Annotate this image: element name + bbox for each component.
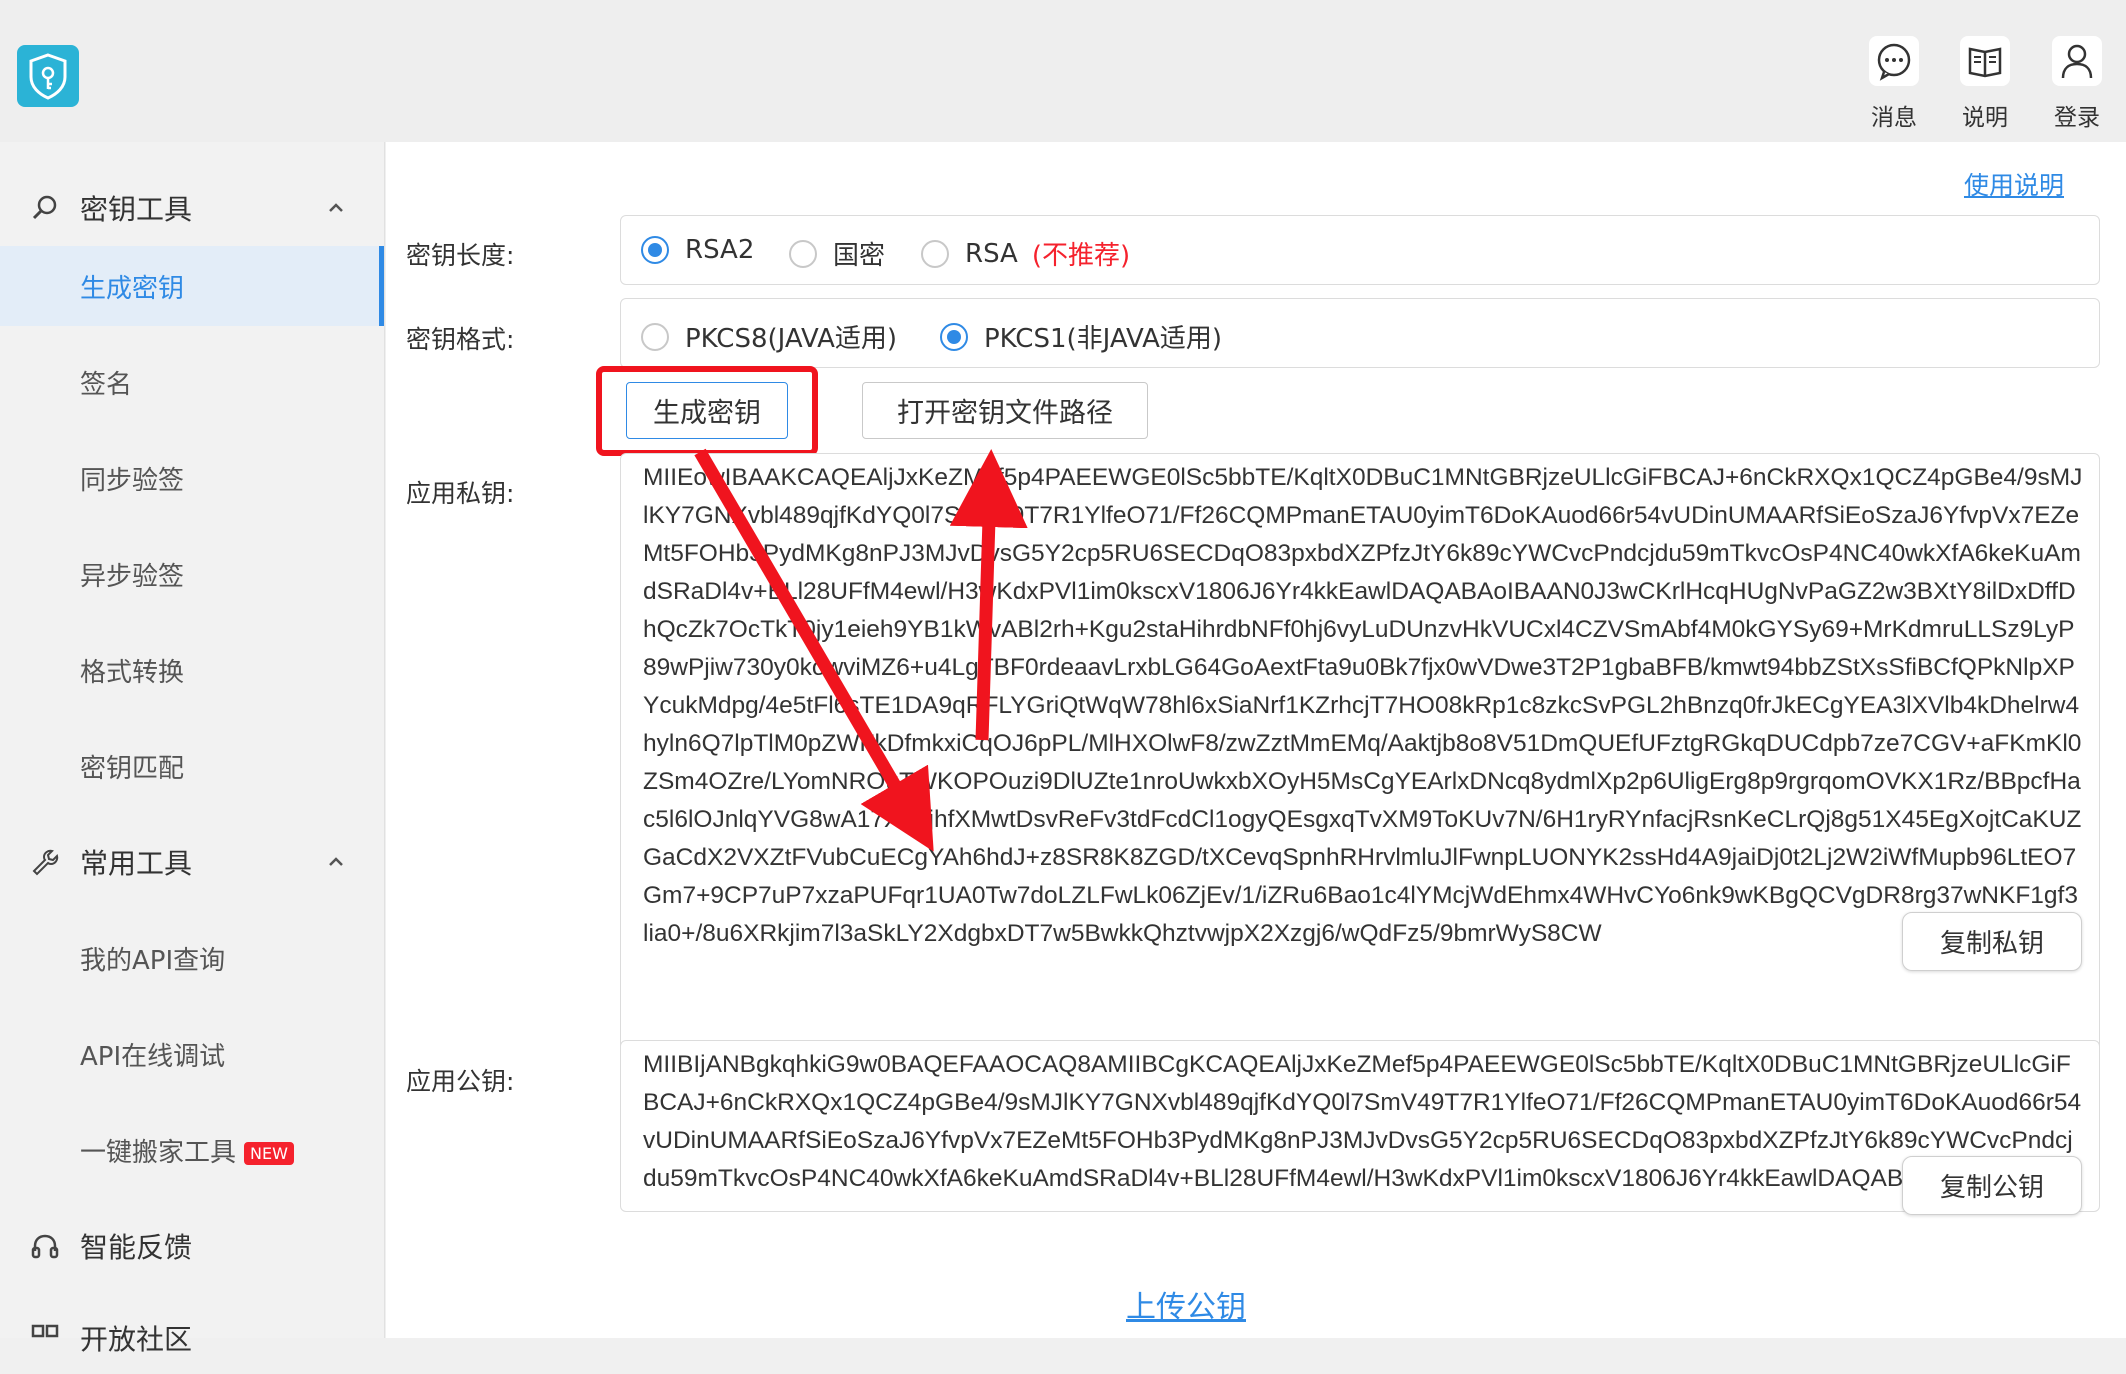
new-badge: NEW	[244, 1141, 294, 1165]
sidebar-item-label: 生成密钥	[80, 273, 185, 304]
message-icon	[1869, 36, 1919, 86]
radio-label: RSA2	[685, 235, 755, 265]
public-key-textarea[interactable]: MIIBIjANBgkqhkiG9w0BAQEFAAOCAQ8AMIIBCgKC…	[620, 1040, 2100, 1212]
docs-button[interactable]: 说明	[1950, 36, 2020, 132]
radio-dot	[940, 322, 968, 351]
sidebar-item-label: API在线调试	[80, 1041, 226, 1072]
chevron-up-icon	[325, 851, 347, 873]
radio-label: RSA	[965, 238, 1018, 269]
top-bar: 消息 说明 登录	[0, 0, 2126, 142]
sidebar-group-feedback[interactable]: 智能反馈	[0, 1210, 384, 1282]
sidebar-item-label: 我的API查询	[80, 945, 226, 976]
migration-label: 一键搬家工具	[80, 1137, 237, 1168]
sidebar-item-async-verify[interactable]: 异步验签	[0, 534, 384, 614]
login-label: 登录	[2054, 105, 2100, 131]
key-length-group: RSA2 国密 RSA (不推荐)	[620, 215, 2100, 285]
public-key-text: MIIBIjANBgkqhkiG9w0BAQEFAAOCAQ8AMIIBCgKC…	[643, 1051, 2082, 1192]
user-icon	[2052, 36, 2102, 86]
radio-dot	[789, 239, 817, 268]
sidebar-group-community[interactable]: 开放社区	[0, 1302, 384, 1374]
wrench-icon	[30, 847, 60, 877]
sidebar-group-key-tools[interactable]: 密钥工具	[0, 172, 384, 244]
sidebar-group-common-tools[interactable]: 常用工具	[0, 826, 384, 898]
public-key-label: 应用公钥:	[406, 1067, 515, 1096]
sidebar-group-label: 智能反馈	[80, 1231, 193, 1264]
radio-rsa[interactable]: RSA (不推荐)	[921, 235, 1130, 272]
not-recommended-warning: (不推荐)	[1031, 241, 1131, 271]
key-length-label: 密钥长度:	[406, 241, 515, 270]
sidebar-item-sign[interactable]: 签名	[0, 342, 384, 422]
sidebar-item-label: 签名	[80, 369, 133, 400]
messages-label: 消息	[1871, 105, 1917, 131]
sidebar-item-sync-verify[interactable]: 同步验签	[0, 438, 384, 518]
sidebar-item-my-api[interactable]: 我的API查询	[0, 918, 384, 998]
usage-help-link[interactable]: 使用说明	[1964, 166, 2064, 202]
app-logo	[17, 45, 79, 107]
radio-label: PKCS8(JAVA适用)	[685, 324, 898, 354]
sidebar-group-label: 常用工具	[80, 847, 193, 880]
sidebar-item-api-debug[interactable]: API在线调试	[0, 1014, 384, 1094]
headset-icon	[30, 1231, 60, 1261]
sidebar-item-label: 同步验签	[80, 465, 185, 496]
login-button[interactable]: 登录	[2042, 36, 2112, 132]
sidebar-item-label: 格式转换	[80, 657, 185, 688]
sidebar-group-label: 开放社区	[80, 1323, 193, 1356]
radio-rsa2[interactable]: RSA2	[641, 235, 754, 265]
radio-dot	[921, 239, 949, 268]
private-key-label: 应用私钥:	[406, 479, 515, 508]
open-key-path-button[interactable]: 打开密钥文件路径	[862, 382, 1148, 439]
active-indicator	[379, 246, 384, 326]
sidebar: 密钥工具 生成密钥 签名 同步验签 异步验签 格式转换 密钥匹配 常用工具 我的…	[0, 142, 385, 1356]
radio-dot	[641, 236, 669, 264]
messages-button[interactable]: 消息	[1859, 36, 1929, 132]
radio-label: PKCS1(非JAVA适用)	[984, 324, 1223, 354]
sidebar-item-migration[interactable]: 一键搬家工具 NEW	[0, 1110, 384, 1190]
docs-label: 说明	[1962, 105, 2008, 131]
copy-private-key-button[interactable]: 复制私钥	[1902, 912, 2082, 971]
radio-dot	[641, 322, 669, 351]
key-format-group: PKCS8(JAVA适用) PKCS1(非JAVA适用)	[620, 298, 2100, 368]
grid-icon	[30, 1323, 60, 1353]
sidebar-item-format-convert[interactable]: 格式转换	[0, 630, 384, 710]
sidebar-item-generate-key[interactable]: 生成密钥	[0, 246, 384, 326]
sidebar-group-label: 密钥工具	[80, 193, 193, 226]
radio-label: 国密	[833, 241, 886, 271]
copy-public-key-button[interactable]: 复制公钥	[1902, 1156, 2082, 1215]
sidebar-item-label: 一键搬家工具 NEW	[80, 1132, 294, 1169]
book-icon	[1960, 36, 2010, 86]
radio-sm2[interactable]: 国密	[789, 235, 885, 272]
radio-pkcs1[interactable]: PKCS1(非JAVA适用)	[940, 318, 1222, 355]
sidebar-item-label: 密钥匹配	[80, 753, 185, 784]
search-icon	[30, 193, 60, 223]
upload-public-key-link[interactable]: 上传公钥	[1126, 1282, 1246, 1326]
sidebar-item-key-match[interactable]: 密钥匹配	[0, 726, 384, 806]
generate-key-button[interactable]: 生成密钥	[626, 382, 788, 439]
main-panel: 使用说明 密钥长度: RSA2 国密 RSA (不推荐) 密钥格式: PKCS8(…	[386, 142, 2126, 1338]
radio-pkcs8[interactable]: PKCS8(JAVA适用)	[641, 318, 897, 355]
key-format-label: 密钥格式:	[406, 325, 515, 354]
private-key-text: MIIEowIBAAKCAQEAljJxKeZMef5p4PAEEWGE0lSc…	[643, 464, 2083, 947]
sidebar-item-label: 异步验签	[80, 561, 185, 592]
chevron-up-icon	[325, 197, 347, 219]
